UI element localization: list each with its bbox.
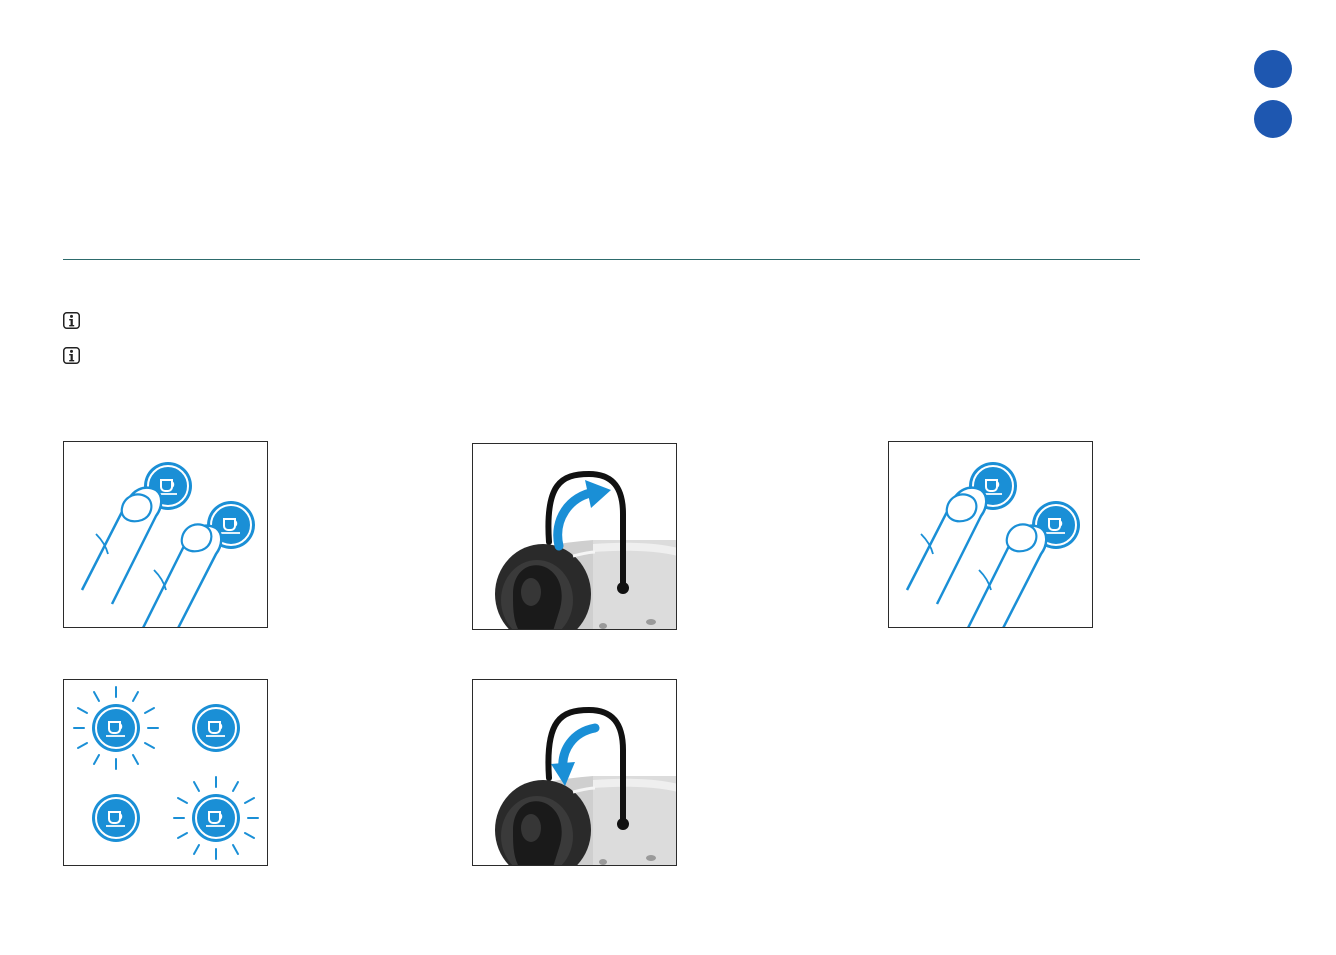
lever-arrow-down-icon [473, 680, 677, 866]
press-both-buttons-figure-2 [888, 441, 1093, 628]
info-icon [63, 347, 80, 364]
section-dot-1[interactable] [1254, 50, 1292, 88]
info-icon [63, 312, 80, 329]
section-dot-2[interactable] [1254, 100, 1292, 138]
blinking-buttons-figure [63, 679, 268, 866]
lever-arrow-up-icon [473, 444, 677, 630]
lever-open-figure [472, 443, 677, 630]
blinking-buttons-icon [73, 686, 259, 860]
fingers-press-buttons-icon [64, 442, 268, 628]
press-both-buttons-figure-1 [63, 441, 268, 628]
lever-close-figure [472, 679, 677, 866]
fingers-press-buttons-icon [889, 442, 1093, 628]
section-divider [63, 259, 1140, 260]
